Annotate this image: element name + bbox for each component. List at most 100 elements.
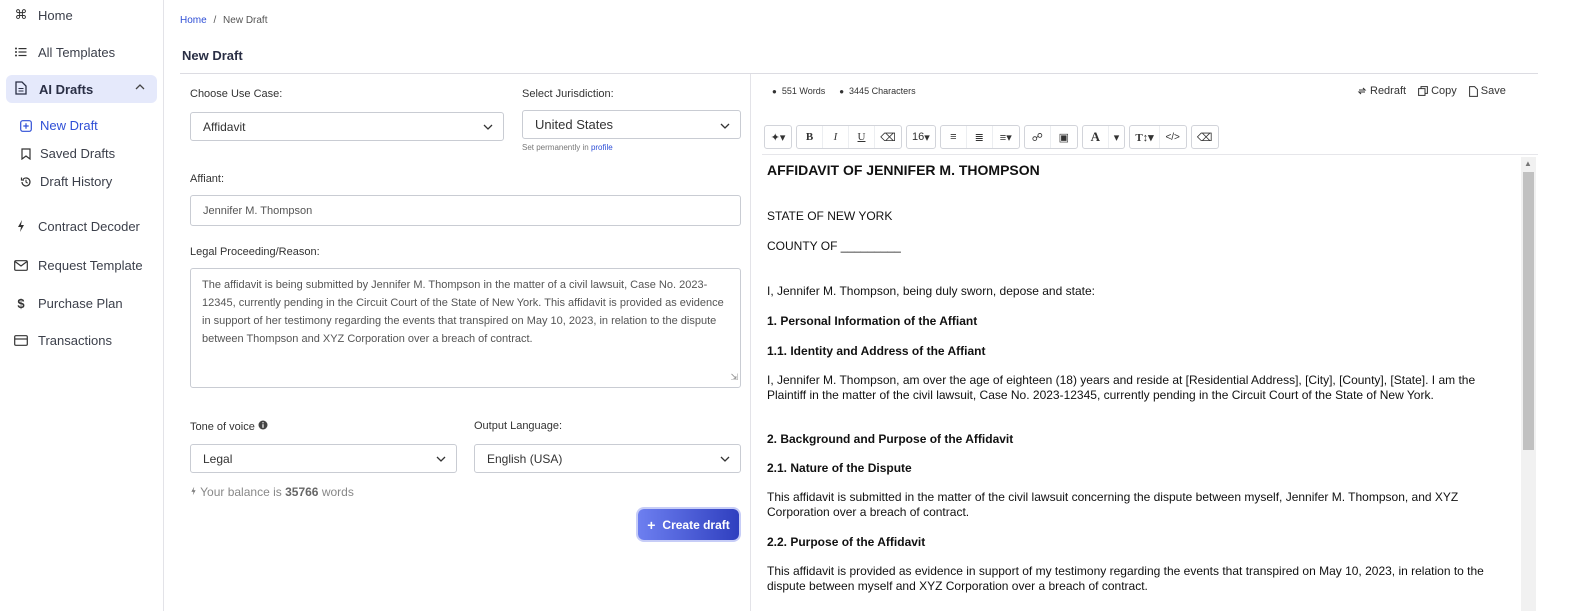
- tone-label: Tone of voice: [190, 420, 255, 433]
- dollar-icon: $: [17, 295, 25, 311]
- code-icon: </>: [1165, 131, 1180, 143]
- save-button[interactable]: Save: [1468, 85, 1506, 97]
- jurisdiction-label: Select Jurisdiction:: [522, 88, 614, 100]
- tone-select[interactable]: Legal: [190, 444, 457, 473]
- jurisdiction-value: United States: [535, 117, 614, 132]
- chevron-up-icon[interactable]: [135, 81, 145, 95]
- image-icon: ▣: [1058, 131, 1069, 144]
- code-view-button[interactable]: </>: [1160, 126, 1186, 148]
- balance-value: 35766: [285, 485, 319, 499]
- italic-icon: I: [833, 131, 838, 143]
- align-icon: ≡▾: [999, 131, 1012, 144]
- image-button[interactable]: ▣: [1051, 126, 1077, 148]
- document-icon: [15, 80, 27, 98]
- info-icon[interactable]: [258, 420, 268, 433]
- language-label: Output Language:: [474, 420, 563, 432]
- reason-textarea[interactable]: The affidavit is being submitted by Jenn…: [190, 268, 741, 388]
- doc-title: AFFIDAVIT OF JENNIFER M. THOMPSON: [767, 162, 1040, 178]
- bullet-list-button[interactable]: ≡: [941, 126, 967, 148]
- doc-paragraph: I, Jennifer M. Thompson, being duly swor…: [767, 284, 1095, 298]
- text-style-button[interactable]: T↕▾: [1130, 126, 1160, 148]
- use-case-value: Affidavit: [203, 119, 246, 134]
- scroll-up-icon[interactable]: ▲: [1524, 159, 1532, 168]
- reason-value: The affidavit is being submitted by Jenn…: [202, 279, 724, 345]
- editor-actions: Redraft Copy Save: [1357, 85, 1506, 97]
- sidebar-subitem-new-draft[interactable]: New Draft: [20, 118, 98, 133]
- list-icon: [14, 45, 28, 59]
- editor-toolbar: ✦▾ B I U ⌫ 16 ▾ ≡ ≣ ≡▾ ☍ ▣ A ▾ T↕▾ </> ⌫: [764, 125, 1219, 149]
- sidebar-item-label: Request Template: [38, 257, 143, 273]
- card-icon: [14, 333, 28, 347]
- italic-button[interactable]: I: [823, 126, 849, 148]
- use-case-select[interactable]: Affidavit: [190, 112, 504, 141]
- profile-link[interactable]: profile: [591, 143, 613, 152]
- resize-handle-icon[interactable]: ⇲: [730, 368, 738, 386]
- toolbar-group-size: 16 ▾: [906, 125, 936, 149]
- language-value: English (USA): [487, 451, 563, 466]
- document-scrollbar[interactable]: ▲: [1521, 157, 1536, 611]
- sidebar-item-contract-decoder[interactable]: Contract Decoder: [14, 215, 140, 237]
- bullet-list-icon: ≡: [950, 131, 957, 143]
- numbered-list-button[interactable]: ≣: [967, 126, 993, 148]
- sidebar-item-label: Home: [38, 7, 73, 23]
- sidebar-item-label: Transactions: [38, 332, 112, 348]
- tone-value: Legal: [203, 451, 233, 466]
- save-label: Save: [1480, 85, 1506, 97]
- affiant-input[interactable]: Jennifer M. Thompson: [190, 195, 741, 226]
- create-draft-button[interactable]: + Create draft: [638, 509, 739, 540]
- doc-heading: 2. Background and Purpose of the Affidav…: [767, 432, 1014, 446]
- toolbar-group-color: A ▾: [1081, 125, 1126, 149]
- doc-heading: 2.1. Nature of the Dispute: [767, 461, 912, 475]
- sidebar-subitem-saved-drafts[interactable]: Saved Drafts: [20, 146, 115, 161]
- sidebar-item-home[interactable]: ⌘ Home: [14, 4, 73, 26]
- chevron-down-icon: [483, 121, 493, 131]
- word-count: 551 Words: [772, 86, 825, 96]
- bold-button[interactable]: B: [797, 126, 823, 148]
- jurisdiction-hint: Set permanently in profile: [522, 143, 613, 152]
- clear-button[interactable]: ⌫: [1192, 126, 1218, 148]
- text-color-button[interactable]: A: [1083, 126, 1109, 148]
- sidebar-item-transactions[interactable]: Transactions: [14, 329, 112, 351]
- eraser-icon: ⌫: [1196, 131, 1213, 144]
- doc-paragraph: This affidavit is provided as evidence i…: [767, 564, 1484, 593]
- link-button[interactable]: ☍: [1025, 126, 1051, 148]
- sidebar-item-label: All Templates: [38, 44, 116, 60]
- tone-label-wrap: Tone of voice: [190, 420, 268, 433]
- doc-paragraph: STATE OF NEW YORK: [767, 209, 893, 223]
- scrollbar-thumb[interactable]: [1523, 172, 1534, 450]
- clear-format-button[interactable]: ⌫: [875, 126, 901, 148]
- breadcrumb-separator: /: [213, 15, 217, 26]
- redraft-button[interactable]: Redraft: [1357, 85, 1406, 97]
- font-size-select[interactable]: 16 ▾: [907, 126, 935, 148]
- language-select[interactable]: English (USA): [474, 444, 741, 473]
- breadcrumb-home-link[interactable]: Home: [180, 15, 207, 26]
- lightning-icon: [14, 219, 28, 233]
- toolbar-group-format: B I U ⌫: [796, 125, 902, 149]
- doc-paragraph: COUNTY OF _________: [767, 239, 901, 253]
- jurisdiction-select[interactable]: United States: [522, 110, 741, 139]
- affiant-label: Affiant:: [190, 173, 225, 185]
- sidebar-subitem-draft-history[interactable]: Draft History: [20, 174, 112, 189]
- bookmark-icon: [20, 147, 32, 160]
- align-button[interactable]: ≡▾: [993, 126, 1019, 148]
- underline-button[interactable]: U: [849, 126, 875, 148]
- text-color-dropdown[interactable]: ▾: [1109, 126, 1125, 148]
- copy-button[interactable]: Copy: [1418, 85, 1457, 97]
- sidebar-item-all-templates[interactable]: All Templates: [14, 41, 115, 63]
- sidebar-item-purchase-plan[interactable]: $ Purchase Plan: [14, 292, 123, 314]
- sidebar-item-request-template[interactable]: Request Template: [14, 254, 143, 276]
- envelope-icon: [14, 258, 28, 272]
- doc-heading: 2.2. Purpose of the Affidavit: [767, 535, 926, 549]
- page-title: New Draft: [182, 48, 243, 63]
- eraser-icon: ⌫: [880, 131, 896, 144]
- magic-wand-button[interactable]: ✦▾: [765, 126, 791, 148]
- sidebar: ⌘ Home All Templates AI Drafts New Draft: [0, 0, 164, 611]
- toolbar-group-clear: ⌫: [1190, 125, 1219, 149]
- sidebar-item-label: Purchase Plan: [38, 295, 123, 311]
- copy-label: Copy: [1431, 85, 1457, 97]
- sidebar-item-label: Contract Decoder: [38, 218, 140, 234]
- sidebar-item-ai-drafts[interactable]: AI Drafts: [6, 75, 157, 103]
- reason-label: Legal Proceeding/Reason:: [190, 246, 320, 258]
- caret-down-icon: ▾: [1113, 131, 1120, 144]
- lightning-icon: [190, 485, 200, 499]
